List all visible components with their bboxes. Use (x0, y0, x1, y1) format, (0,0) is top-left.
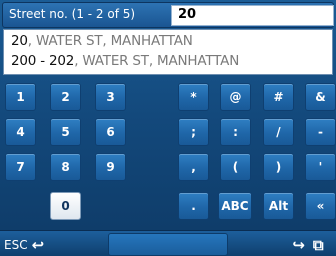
key-colon[interactable]: : (220, 118, 251, 146)
key-period[interactable]: . (178, 192, 209, 220)
back-arrow-icon: ↩ (31, 236, 45, 254)
key-at[interactable]: @ (220, 83, 251, 111)
key-7[interactable]: 7 (5, 153, 36, 181)
keyboard-screen: Street no. (1 - 2 of 5) 20 20, WATER ST,… (0, 0, 336, 256)
alt-button[interactable]: Alt (263, 192, 294, 220)
key-9[interactable]: 9 (95, 153, 126, 181)
key-asterisk[interactable]: * (178, 83, 209, 111)
key-apostrophe[interactable]: ' (305, 153, 336, 181)
result-item[interactable]: 20, WATER ST, MANHATTAN (11, 33, 193, 53)
header-bar: Street no. (1 - 2 of 5) 20 (2, 2, 334, 28)
result-item[interactable]: 200 - 202, WATER ST, MANHATTAN (11, 53, 239, 73)
results-list: 20, WATER ST, MANHATTAN 200 - 202, WATER… (3, 29, 333, 75)
forward-arrow-icon: ↪ (292, 236, 305, 254)
footer-center-button[interactable] (108, 233, 228, 256)
result-address: , WATER ST, MANHATTAN (27, 33, 193, 49)
key-1[interactable]: 1 (5, 83, 36, 111)
key-left-paren[interactable]: ( (220, 153, 251, 181)
key-right-paren[interactable]: ) (263, 153, 294, 181)
esc-button[interactable]: ESC ↩ (4, 236, 44, 254)
esc-label: ESC (4, 238, 28, 252)
pages-icon: ⧉ (312, 236, 324, 254)
key-comma[interactable]: , (178, 153, 209, 181)
key-slash[interactable]: / (263, 118, 294, 146)
key-0[interactable]: 0 (50, 192, 81, 220)
footer-bar: ESC ↩ ↪ ⧉ (0, 230, 336, 256)
result-address: , WATER ST, MANHATTAN (74, 53, 240, 69)
street-number-input[interactable]: 20 (171, 5, 334, 26)
next-button[interactable]: ↪ ⧉ (282, 235, 334, 255)
result-number: 200 - 202 (11, 53, 75, 69)
key-2[interactable]: 2 (50, 83, 81, 111)
key-semicolon[interactable]: ; (178, 118, 209, 146)
abc-button[interactable]: ABC (218, 192, 252, 220)
key-ampersand[interactable]: & (305, 83, 336, 111)
key-8[interactable]: 8 (50, 153, 81, 181)
key-3[interactable]: 3 (95, 83, 126, 111)
result-number: 20 (11, 33, 28, 49)
key-dash[interactable]: - (305, 118, 336, 146)
key-6[interactable]: 6 (95, 118, 126, 146)
key-5[interactable]: 5 (50, 118, 81, 146)
key-4[interactable]: 4 (5, 118, 36, 146)
street-number-label: Street no. (1 - 2 of 5) (9, 7, 136, 21)
key-hash[interactable]: # (263, 83, 294, 111)
keypad: 1 2 3 * @ # & 4 5 6 ; : / - 7 8 9 , ( ) … (0, 79, 336, 229)
backspace-button[interactable]: « (305, 192, 336, 220)
